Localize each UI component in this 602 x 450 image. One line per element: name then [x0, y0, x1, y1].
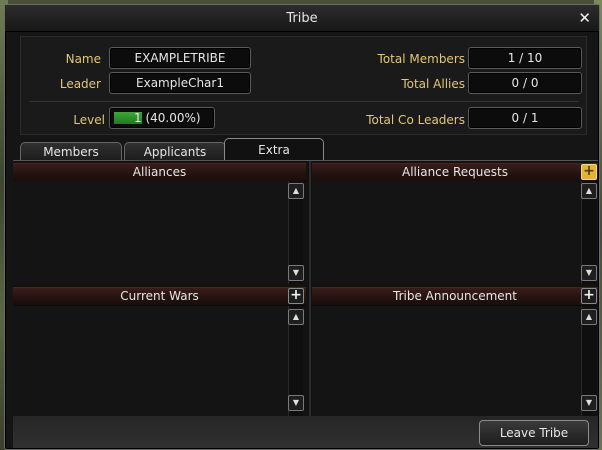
window-title: Tribe: [286, 11, 318, 26]
plus-icon[interactable]: +: [581, 288, 597, 304]
scroll-down-icon[interactable]: ▼: [581, 395, 597, 411]
column-separator: [309, 161, 311, 417]
tribe-name-field: EXAMPLETRIBE: [109, 47, 251, 69]
title-bar[interactable]: Tribe ✕: [5, 5, 599, 32]
level-value: 1 (40.00%): [134, 111, 201, 125]
leader-field: ExampleChar1: [109, 72, 251, 94]
scroll-up-icon[interactable]: ▲: [288, 183, 304, 199]
total-co-leaders-field: 0 / 1: [468, 107, 582, 129]
name-label: Name: [65, 52, 101, 66]
tribe-info-panel: Name EXAMPLETRIBE Leader ExampleChar1 To…: [20, 36, 587, 135]
alliance-requests-header: Alliance Requests: [312, 163, 598, 182]
plus-icon[interactable]: +: [288, 288, 304, 304]
alliances-list[interactable]: [13, 181, 288, 284]
scroll-up-icon[interactable]: ▲: [581, 309, 597, 325]
tab-members[interactable]: Members: [20, 142, 122, 161]
current-wars-header: Current Wars: [13, 287, 306, 306]
total-members-label: Total Members: [377, 52, 465, 66]
plus-icon[interactable]: +: [581, 164, 597, 180]
total-allies-label: Total Allies: [401, 77, 465, 91]
current-wars-list[interactable]: [13, 306, 288, 416]
scroll-down-icon[interactable]: ▼: [288, 395, 304, 411]
leave-tribe-button[interactable]: Leave Tribe: [479, 420, 589, 446]
alliances-header: Alliances: [13, 163, 306, 182]
scroll-up-icon[interactable]: ▲: [581, 183, 597, 199]
alliance-requests-list[interactable]: [312, 181, 580, 284]
tab-extra[interactable]: Extra: [224, 138, 324, 161]
info-divider: [29, 101, 579, 102]
scroll-down-icon[interactable]: ▼: [288, 265, 304, 281]
level-label: Level: [73, 113, 105, 127]
scroll-down-icon[interactable]: ▼: [581, 265, 597, 281]
leader-label: Leader: [59, 77, 101, 91]
total-allies-field: 0 / 0: [468, 72, 582, 94]
tribe-window: Tribe ✕ Name EXAMPLETRIBE Leader Example…: [4, 4, 600, 450]
scroll-up-icon[interactable]: ▲: [288, 309, 304, 325]
tribe-announcement-area[interactable]: [312, 306, 580, 416]
total-members-field: 1 / 10: [468, 47, 582, 69]
tribe-announcement-header: Tribe Announcement: [312, 287, 598, 306]
tab-applicants[interactable]: Applicants: [124, 142, 226, 161]
extra-tab-content: Alliances ▲ ▼ Alliance Requests + ▲ ▼ Cu…: [13, 160, 598, 417]
level-field: 1 (40.00%): [109, 107, 215, 129]
total-co-leaders-label: Total Co Leaders: [366, 113, 465, 127]
close-icon[interactable]: ✕: [578, 9, 591, 27]
